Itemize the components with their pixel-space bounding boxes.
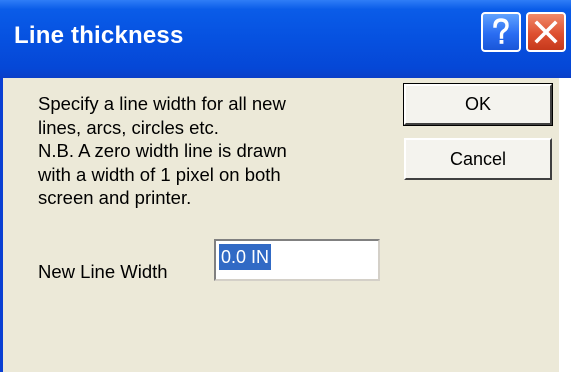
new-line-width-value[interactable]: 0.0 IN <box>219 244 272 270</box>
description-line: Specify a line width for all new <box>38 93 286 114</box>
line-thickness-dialog: Line thickness Specify a line width for … <box>0 0 571 372</box>
question-mark-icon <box>493 18 509 44</box>
description-line: lines, arcs, circles etc. <box>38 116 219 138</box>
description-line: with a width of 1 pixel on both <box>38 163 281 185</box>
description-text: Specify a line width for all new lines, … <box>38 92 378 210</box>
window-title: Line thickness <box>14 22 184 49</box>
help-button[interactable] <box>481 12 521 52</box>
new-line-width-input[interactable]: 0.0 IN <box>214 239 380 281</box>
cancel-button[interactable]: Cancel <box>404 138 552 180</box>
window-frame-edge <box>559 78 571 372</box>
title-bar[interactable]: Line thickness <box>0 0 571 78</box>
close-x-icon <box>534 20 558 44</box>
description-line: N.B. A zero width line is drawn <box>38 140 287 161</box>
description-line: screen and printer. <box>38 187 192 208</box>
close-button[interactable] <box>526 12 566 52</box>
new-line-width-label: New Line Width <box>38 261 168 282</box>
ok-button[interactable]: OK <box>403 83 553 126</box>
